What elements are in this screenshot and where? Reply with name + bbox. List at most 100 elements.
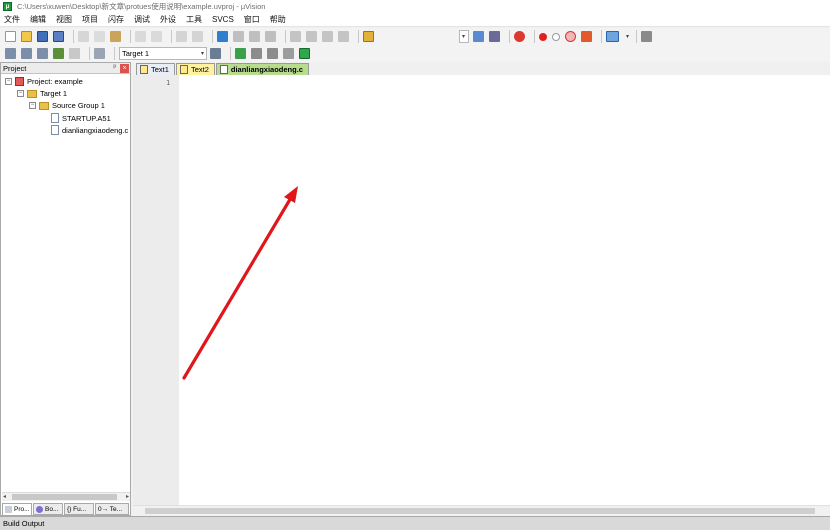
target-options-icon[interactable] (210, 48, 221, 59)
tab-dianliangxiaodeng-c[interactable]: dianliangxiaodeng.c (215, 63, 309, 75)
collapse-icon[interactable]: − (29, 102, 36, 109)
menu-tools[interactable]: 工具 (186, 14, 202, 25)
build-output-label: Build Output (3, 519, 45, 528)
collapse-icon[interactable]: − (17, 90, 24, 97)
tree-item-group[interactable]: − Source Group 1 (29, 101, 105, 110)
comment-icon[interactable] (322, 31, 333, 42)
download-icon[interactable] (94, 48, 105, 59)
nav-forward-icon[interactable] (192, 31, 203, 42)
select-packs-icon[interactable] (267, 48, 278, 59)
find-combo[interactable]: ▾ (459, 30, 469, 43)
batch-build-icon[interactable] (53, 48, 64, 59)
collapse-icon[interactable]: − (5, 78, 12, 85)
uvision-app-icon: µ (3, 2, 12, 11)
bookmark-prev-icon[interactable] (233, 31, 244, 42)
tab-text1[interactable]: Text1 (136, 63, 175, 75)
menu-svcs[interactable]: SVCS (212, 15, 234, 24)
undo-icon[interactable] (135, 31, 146, 42)
incremental-find-icon[interactable] (473, 31, 484, 42)
pin-icon[interactable]: ᵖ (113, 64, 116, 71)
breakpoint-insert-icon[interactable] (539, 32, 547, 41)
tab-text2[interactable]: Text2 (175, 63, 215, 75)
toolbar-separator (89, 47, 90, 60)
tab-books[interactable]: Bo... (33, 503, 63, 515)
menu-peripherals[interactable]: 外设 (160, 14, 176, 25)
tree-item-label: Project: example (27, 77, 83, 86)
cut-icon[interactable] (78, 31, 89, 42)
scroll-thumb[interactable] (145, 508, 815, 514)
tab-label: 0→ Te... (98, 505, 123, 513)
nav-back-icon[interactable] (176, 31, 187, 42)
menu-file[interactable]: 文件 (4, 14, 20, 25)
menu-project[interactable]: 项目 (82, 14, 98, 25)
rebuild-icon[interactable] (37, 48, 48, 59)
menu-help[interactable]: 帮助 (270, 14, 286, 25)
target-folder-icon (27, 89, 37, 98)
toolbar-separator (358, 30, 359, 43)
scroll-left-icon[interactable]: ◂ (3, 493, 6, 500)
copy-icon[interactable] (94, 31, 105, 42)
menu-edit[interactable]: 编辑 (30, 14, 46, 25)
bookmark-icon[interactable] (217, 31, 228, 42)
unindent-icon[interactable] (306, 31, 317, 42)
menu-window[interactable]: 窗口 (244, 14, 260, 25)
build-icon[interactable] (21, 48, 32, 59)
editor-hscroll[interactable] (133, 505, 830, 516)
paste-icon[interactable] (110, 31, 121, 42)
run-time-env-icon[interactable] (299, 48, 310, 59)
save-all-icon[interactable] (53, 31, 64, 42)
pack-installer-icon[interactable] (283, 48, 294, 59)
target-select[interactable]: Target 1 ▾ (119, 47, 207, 60)
window-layout-dropdown[interactable]: ▾ (624, 30, 632, 43)
scroll-right-icon[interactable]: ▸ (126, 493, 129, 500)
manage-project-icon[interactable] (251, 48, 262, 59)
close-icon[interactable]: × (120, 64, 129, 73)
tree-item-project[interactable]: − Project: example (5, 77, 83, 86)
scroll-thumb[interactable] (12, 494, 117, 500)
tab-label: Text1 (151, 65, 169, 74)
bookmark-clear-icon[interactable] (265, 31, 276, 42)
translate-icon[interactable] (5, 48, 16, 59)
breakpoint-disable-icon[interactable] (552, 32, 560, 41)
bookmark-next-icon[interactable] (249, 31, 260, 42)
save-icon[interactable] (37, 31, 48, 42)
project-panel: Project ᵖ × − Project: example − Target … (0, 62, 131, 516)
build-output-bar[interactable]: Build Output (0, 516, 830, 530)
window-title: C:\Users\xuwen\Desktop\新文章\protues使用说明\e… (17, 2, 266, 11)
file-extensions-icon[interactable] (235, 48, 246, 59)
find-icon[interactable] (489, 31, 500, 42)
menu-flash[interactable]: 闪存 (108, 14, 124, 25)
breakpoint-disable-all-icon[interactable] (565, 31, 576, 42)
menu-view[interactable]: 视图 (56, 14, 72, 25)
project-icon (15, 77, 24, 86)
line-number-gutter: 1 (133, 75, 179, 516)
new-file-icon[interactable] (5, 31, 16, 42)
tab-project[interactable]: Pro... (2, 503, 32, 515)
document-icon (179, 65, 188, 74)
indent-icon[interactable] (290, 31, 301, 42)
tab-label: Text2 (190, 65, 209, 74)
redo-icon[interactable] (151, 31, 162, 42)
code-editor[interactable]: 1 (133, 75, 830, 516)
title-bar: µ C:\Users\xuwen\Desktop\新文章\protues使用说明… (0, 0, 830, 13)
file-icon (51, 113, 59, 123)
find-in-files-icon[interactable] (363, 31, 374, 42)
tab-templates[interactable]: 0→ Te... (95, 503, 129, 515)
tree-item-target[interactable]: − Target 1 (17, 89, 67, 98)
tree-item-file[interactable]: dianliangxiaodeng.c (51, 125, 128, 135)
configure-wrench-icon[interactable] (641, 31, 652, 42)
window-layout-icon[interactable] (606, 31, 619, 42)
tree-item-file[interactable]: STARTUP.A51 (51, 113, 111, 123)
stop-build-icon[interactable] (69, 48, 80, 59)
document-icon (219, 65, 228, 74)
uncomment-icon[interactable] (338, 31, 349, 42)
project-panel-hscroll[interactable]: ◂ ▸ (2, 492, 130, 501)
books-icon (36, 505, 43, 513)
debug-start-icon[interactable] (514, 31, 525, 42)
project-tab-icon (5, 506, 12, 513)
menu-bar: 文件 编辑 视图 项目 闪存 调试 外设 工具 SVCS 窗口 帮助 (0, 13, 830, 27)
open-folder-icon[interactable] (21, 31, 32, 42)
breakpoint-kill-all-icon[interactable] (581, 31, 592, 42)
menu-debug[interactable]: 调试 (134, 14, 150, 25)
tab-functions[interactable]: {} Fu... (64, 503, 94, 515)
